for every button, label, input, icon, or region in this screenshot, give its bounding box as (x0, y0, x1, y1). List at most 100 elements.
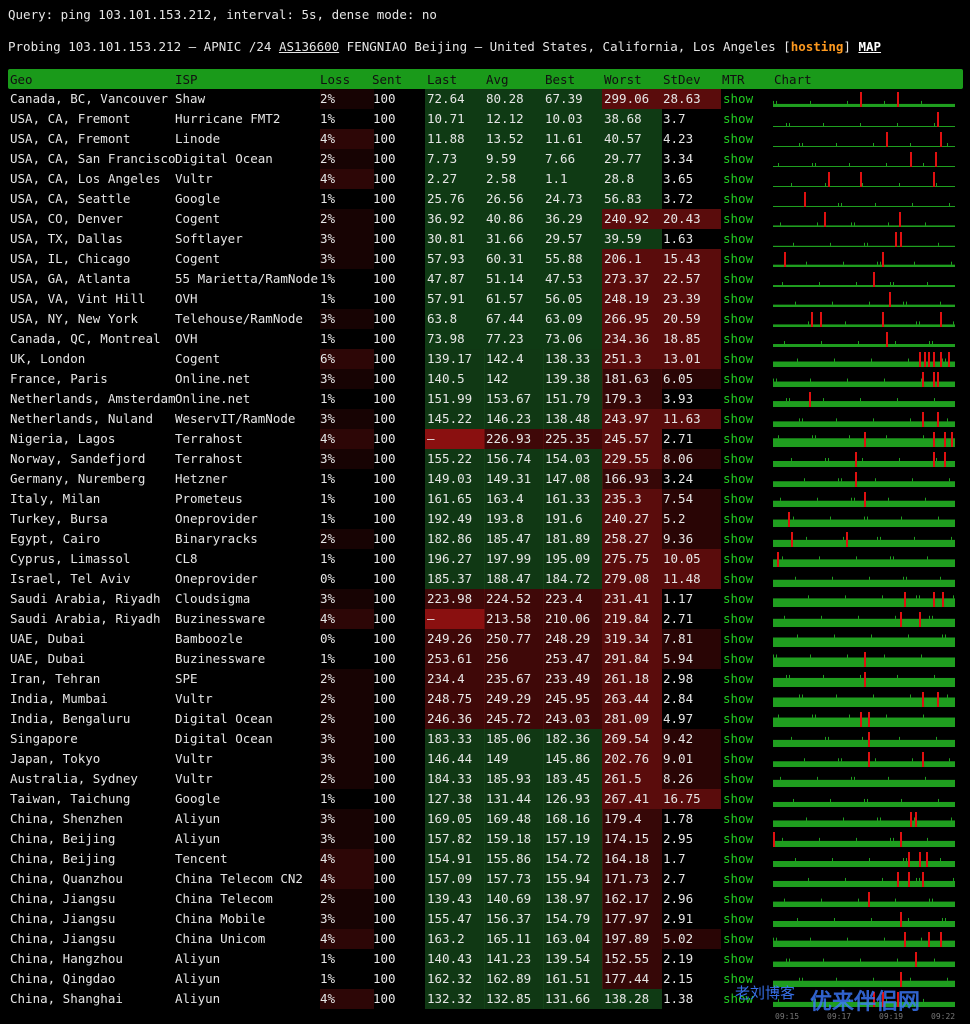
mtr-show-link[interactable]: show (720, 269, 773, 289)
mtr-show-link[interactable]: show (720, 949, 773, 969)
mtr-show-link[interactable]: show (720, 789, 773, 809)
mtr-show-link[interactable]: show (720, 889, 773, 909)
cell-geo: UAE, Dubai (10, 651, 86, 666)
sparkline-svg (773, 776, 955, 787)
mtr-show-link[interactable]: show (720, 869, 773, 889)
sparkline-jitter (873, 143, 874, 146)
mtr-show-link[interactable]: show (720, 329, 773, 349)
mtr-show-link[interactable]: show (720, 929, 773, 949)
probe-close: ] (843, 39, 859, 54)
table-row: Egypt, Cairo Binaryracks 2% 100 182.86 185.47… (8, 529, 963, 549)
sparkline-spike (933, 452, 935, 467)
mtr-show-link[interactable]: show (720, 89, 773, 109)
sparkline-jitter (856, 282, 857, 286)
mtr-show-link[interactable]: show (720, 189, 773, 209)
sparkline-svg (773, 672, 955, 687)
sparkline-svg (773, 172, 955, 187)
map-link[interactable]: MAP (858, 39, 881, 54)
sparkline-jitter (838, 758, 839, 762)
cell-isp: Bamboozle (175, 631, 243, 646)
mtr-show-link[interactable]: show (720, 909, 773, 929)
header-geo: Geo (10, 72, 33, 87)
sparkline-spike (940, 132, 942, 147)
mtr-show-link[interactable]: show (720, 749, 773, 769)
mtr-show-link[interactable]: show (720, 289, 773, 309)
sparkline-jitter (949, 478, 950, 482)
sparkline-svg (773, 332, 955, 347)
mtr-show-link[interactable]: show (720, 709, 773, 729)
mtr-show-link[interactable]: show (720, 509, 773, 529)
mtr-show-link[interactable]: show (720, 569, 773, 589)
sparkline-svg (773, 492, 955, 507)
time-tick-label: 09:19 (879, 1012, 904, 1021)
sparkline-jitter (945, 358, 946, 362)
mtr-show-link[interactable]: show (720, 429, 773, 449)
sparkline-body (773, 920, 955, 927)
mtr-show-link[interactable]: show (720, 469, 773, 489)
sparkline-jitter (893, 556, 894, 560)
mtr-show-link[interactable]: show (720, 149, 773, 169)
sparkline-svg (773, 232, 955, 247)
mtr-show-link[interactable]: show (720, 109, 773, 129)
mtr-show-link[interactable]: show (720, 529, 773, 549)
mtr-show-link[interactable]: show (720, 209, 773, 229)
mtr-show-link[interactable]: show (720, 489, 773, 509)
cell-worst: 202.76 (602, 749, 662, 769)
mtr-show-link[interactable]: show (720, 229, 773, 249)
sparkline-jitter (791, 183, 792, 186)
sparkline-spike (860, 92, 862, 107)
mtr-show-link[interactable]: show (720, 369, 773, 389)
cell-avg: 169.48 (484, 809, 544, 829)
mtr-show-link[interactable]: show (720, 309, 773, 329)
sparkline-body (773, 598, 955, 607)
cell-worst: 266.95 (602, 309, 662, 329)
mtr-show-link[interactable]: show (720, 409, 773, 429)
mtr-show-link[interactable]: show (720, 669, 773, 689)
sparkline-jitter (825, 183, 826, 186)
header-mtr: MTR (722, 72, 745, 87)
latency-sparkline (773, 331, 963, 347)
mtr-show-link[interactable]: show (720, 609, 773, 629)
sparkline-spike (940, 312, 942, 327)
cell-sent: 100 (373, 611, 396, 626)
sparkline-jitter (830, 242, 831, 246)
asn-link[interactable]: AS136600 (279, 39, 339, 54)
mtr-show-link[interactable]: show (720, 769, 773, 789)
cell-worst: 219.84 (602, 609, 662, 629)
cell-stdev: 10.05 (661, 549, 721, 569)
sparkline-spike (924, 352, 926, 367)
cell-best: 131.66 (543, 989, 603, 1009)
mtr-show-link[interactable]: show (720, 389, 773, 409)
sparkline-body (773, 717, 955, 727)
table-row: USA, CA, San Francisco Digital Ocean 2% 100… (8, 149, 963, 169)
mtr-show-link[interactable]: show (720, 729, 773, 749)
table-row: China, Jiangsu China Mobile 3% 100 155.47 156… (8, 909, 963, 929)
mtr-show-link[interactable]: show (720, 849, 773, 869)
mtr-show-link[interactable]: show (720, 349, 773, 369)
sparkline-jitter (780, 497, 781, 501)
mtr-show-link[interactable]: show (720, 689, 773, 709)
sparkline-jitter (797, 358, 798, 362)
mtr-show-link[interactable]: show (720, 829, 773, 849)
mtr-show-link[interactable]: show (720, 449, 773, 469)
mtr-show-link[interactable]: show (720, 649, 773, 669)
mtr-show-link[interactable]: show (720, 249, 773, 269)
sparkline-jitter (791, 457, 792, 461)
mtr-show-link[interactable]: show (720, 629, 773, 649)
mtr-show-link[interactable]: show (720, 809, 773, 829)
mtr-show-link[interactable]: show (720, 549, 773, 569)
sparkline-jitter (903, 858, 904, 862)
mtr-show-link[interactable]: show (720, 169, 773, 189)
cell-geo: China, Jiangsu (10, 911, 116, 926)
cell-stdev: 18.85 (661, 329, 721, 349)
sparkline-jitter (804, 478, 805, 482)
mtr-show-link[interactable]: show (720, 129, 773, 149)
sparkline-jitter (949, 758, 950, 762)
sparkline-jitter (912, 202, 913, 206)
cell-stdev: 6.05 (661, 369, 721, 389)
cell-worst: 56.83 (602, 189, 662, 209)
mtr-show-link[interactable]: show (720, 589, 773, 609)
sparkline-spike (828, 172, 830, 187)
sparkline-jitter (847, 100, 848, 104)
cell-stdev: 2.19 (663, 951, 694, 966)
